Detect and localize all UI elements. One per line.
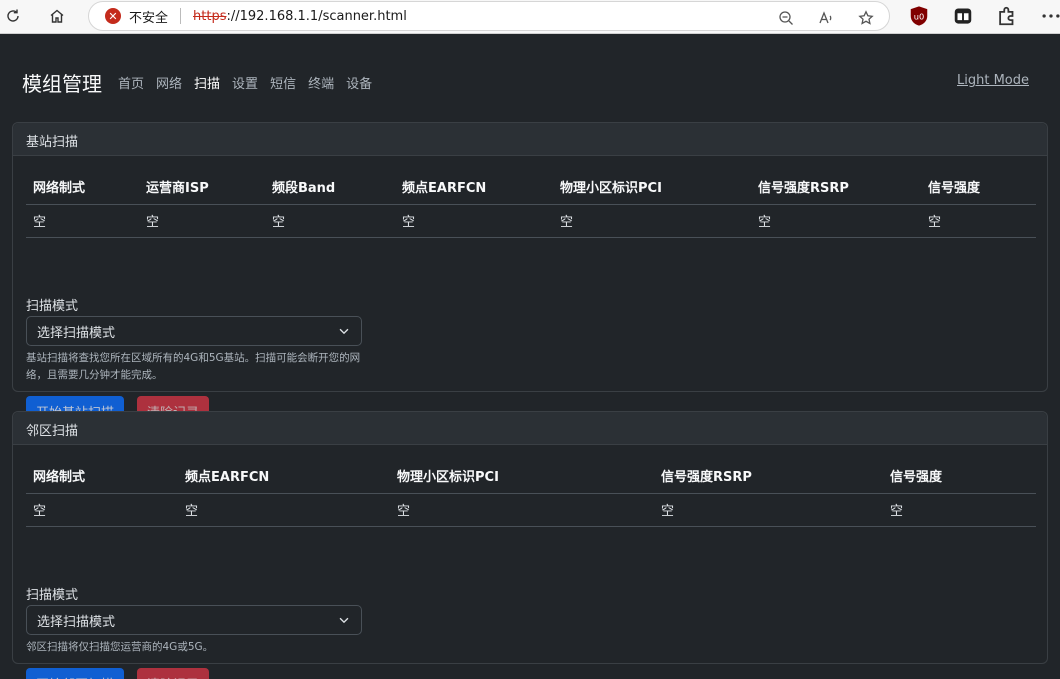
column-header: 频点EARFCN <box>178 459 390 494</box>
ublock-extension-icon[interactable]: u0 <box>908 5 930 27</box>
extensions-puzzle-icon[interactable] <box>996 5 1018 27</box>
scan-mode-value: 选择扫描模式 <box>37 614 116 630</box>
nav-item[interactable]: 短信 <box>270 73 296 92</box>
column-header: 频点EARFCN <box>395 170 553 205</box>
favorite-star-icon[interactable] <box>855 7 877 29</box>
column-header: 网络制式 <box>26 459 178 494</box>
neighbor-scan-table: 网络制式 频点EARFCN 物理小区标识PCI 信号强度RSRP 信号强度 空空空空空 <box>26 459 1036 527</box>
light-mode-toggle[interactable]: Light Mode <box>957 73 1029 88</box>
zoom-out-icon[interactable] <box>775 7 797 29</box>
address-bar[interactable]: ✕ 不安全 https://192.168.1.1/scanner.html <box>88 1 890 31</box>
table-row: 空空空空空 <box>26 493 1036 527</box>
column-header: 信号强度RSRP <box>751 170 921 205</box>
not-secure-label[interactable]: 不安全 <box>129 7 168 26</box>
cell-scan-card: 基站扫描 网络制式 运营商ISP 频段Band 频点EARFCN 物理小区标识PCI 信号… <box>12 122 1048 427</box>
table-cell: 空 <box>26 204 139 238</box>
scan-mode-label: 扫描模式 <box>26 588 79 603</box>
nav-item[interactable]: 首页 <box>118 73 144 92</box>
browser-toolbar: ✕ 不安全 https://192.168.1.1/scanner.html u… <box>0 0 1060 34</box>
column-header: 信号强度 <box>921 170 1036 205</box>
more-options-icon[interactable] <box>1040 5 1060 27</box>
read-aloud-icon[interactable] <box>815 7 837 29</box>
cell-scan-table: 网络制式 运营商ISP 频段Band 频点EARFCN 物理小区标识PCI 信号强度RSR… <box>26 170 1036 238</box>
column-header: 信号强度RSRP <box>654 459 883 494</box>
table-cell: 空 <box>390 493 654 527</box>
svg-text:u0: u0 <box>914 11 924 21</box>
cell-scan-help-text: 基站扫描将查找您所在区域所有的4G和5G基站。扫描可能会断开您的网络，且需要几分… <box>26 352 361 381</box>
table-cell: 空 <box>139 204 265 238</box>
neighbor-scan-help-text: 邻区扫描将仅扫描您运营商的4G或5G。 <box>26 641 214 653</box>
column-header: 物理小区标识PCI <box>390 459 654 494</box>
chevron-down-icon <box>339 617 349 624</box>
refresh-icon[interactable] <box>2 5 24 27</box>
nav-item[interactable]: 终端 <box>308 73 334 92</box>
neighbor-scan-card: 邻区扫描 网络制式 频点EARFCN 物理小区标识PCI 信号强度RSRP 信号强度 空… <box>12 411 1048 679</box>
column-header: 物理小区标识PCI <box>553 170 751 205</box>
cell-scan-mode-select[interactable]: 选择扫描模式 <box>26 316 362 346</box>
scan-mode-label: 扫描模式 <box>26 299 79 314</box>
table-cell: 空 <box>178 493 390 527</box>
table-cell: 空 <box>921 204 1036 238</box>
column-header: 运营商ISP <box>139 170 265 205</box>
table-cell: 空 <box>654 493 883 527</box>
table-cell: 空 <box>883 493 1036 527</box>
not-secure-icon[interactable]: ✕ <box>105 8 121 24</box>
address-separator <box>180 8 182 24</box>
main-nav: 首页 网络 扫描 设置 短信 终端 设备 <box>118 73 372 92</box>
cell-scan-title: 基站扫描 <box>13 123 1047 156</box>
table-cell: 空 <box>265 204 395 238</box>
chevron-down-icon <box>339 328 349 335</box>
url-scheme: https <box>193 8 227 24</box>
tab-grid-extension-icon[interactable] <box>952 5 974 27</box>
nav-item[interactable]: 设备 <box>346 73 372 92</box>
url-text[interactable]: https://192.168.1.1/scanner.html <box>193 9 407 24</box>
url-rest: ://192.168.1.1/scanner.html <box>226 8 407 24</box>
table-row: 空空空空空空空 <box>26 204 1036 238</box>
table-header-row: 网络制式 运营商ISP 频段Band 频点EARFCN 物理小区标识PCI 信号强度RSR… <box>26 170 1036 205</box>
table-header-row: 网络制式 频点EARFCN 物理小区标识PCI 信号强度RSRP 信号强度 <box>26 459 1036 494</box>
column-header: 频段Band <box>265 170 395 205</box>
home-icon[interactable] <box>46 5 68 27</box>
table-cell: 空 <box>26 493 178 527</box>
table-cell: 空 <box>751 204 921 238</box>
column-header: 信号强度 <box>883 459 1036 494</box>
neighbor-scan-title: 邻区扫描 <box>13 412 1047 445</box>
nav-item[interactable]: 网络 <box>156 73 182 92</box>
nav-item[interactable]: 设置 <box>232 73 258 92</box>
nav-item[interactable]: 扫描 <box>194 73 220 92</box>
scan-mode-value: 选择扫描模式 <box>37 325 116 341</box>
table-cell: 空 <box>395 204 553 238</box>
start-neighbor-scan-button[interactable]: 开始邻区扫描 <box>26 668 125 679</box>
column-header: 网络制式 <box>26 170 139 205</box>
neighbor-scan-mode-select[interactable]: 选择扫描模式 <box>26 605 362 635</box>
table-cell: 空 <box>553 204 751 238</box>
brand-title[interactable]: 模组管理 <box>22 68 102 97</box>
clear-neighbor-records-button[interactable]: 清除记录 <box>137 668 210 679</box>
